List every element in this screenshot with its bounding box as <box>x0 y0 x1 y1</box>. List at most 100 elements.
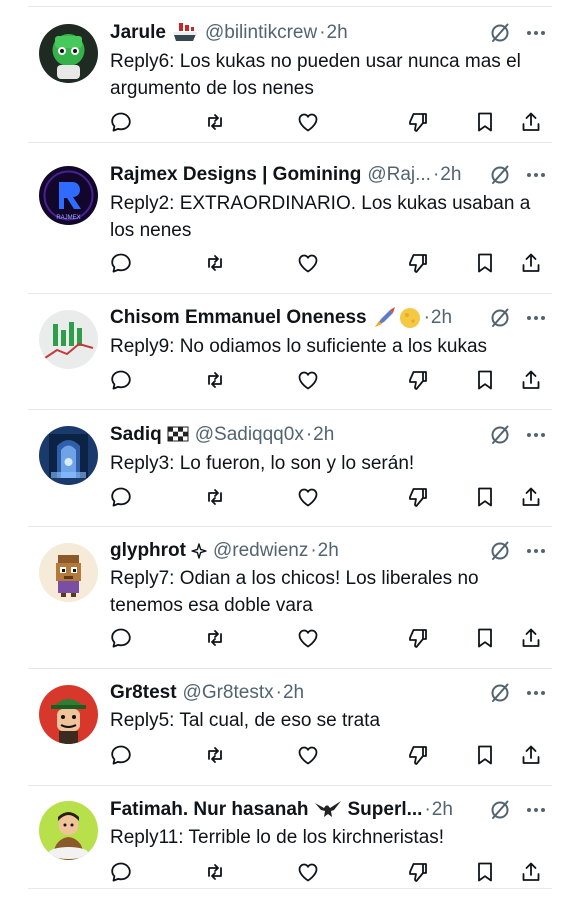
repost-icon[interactable] <box>202 859 228 885</box>
author-name[interactable]: Sadiq <box>110 422 162 448</box>
reply-icon[interactable] <box>108 367 134 393</box>
avatar[interactable] <box>39 801 98 860</box>
reply-icon[interactable] <box>108 250 134 276</box>
reply-text: Reply11: Terrible lo de los kirchnerista… <box>110 827 445 848</box>
more-icon[interactable] <box>524 306 548 330</box>
more-icon[interactable] <box>524 539 548 563</box>
share-icon[interactable] <box>518 859 544 885</box>
author-name[interactable]: Rajmex Designs | Gomining <box>110 162 361 188</box>
repost-icon[interactable] <box>202 742 228 768</box>
author-name[interactable]: Jarule <box>110 20 166 46</box>
author-handle[interactable]: @Gr8testx <box>183 680 274 706</box>
dislike-icon[interactable] <box>405 742 431 768</box>
action-bar <box>108 250 548 276</box>
more-icon[interactable] <box>524 423 548 447</box>
reply-icon[interactable] <box>108 859 134 885</box>
repost-icon[interactable] <box>202 625 228 651</box>
action-bar <box>108 859 548 885</box>
timestamp[interactable]: 2h <box>327 20 348 46</box>
reply-item[interactable]: Gr8test @Gr8testx · 2h Reply5: Tal cual,… <box>0 669 572 786</box>
action-bar <box>108 484 548 510</box>
grok-icon[interactable] <box>488 306 512 330</box>
more-icon[interactable] <box>524 21 548 45</box>
reply-icon[interactable] <box>108 109 134 135</box>
avatar[interactable] <box>39 543 98 602</box>
author-handle[interactable]: @Raj... <box>367 162 431 188</box>
like-icon[interactable] <box>295 484 321 510</box>
more-icon[interactable] <box>524 798 548 822</box>
like-icon[interactable] <box>295 742 321 768</box>
timestamp[interactable]: 2h <box>283 680 304 706</box>
grok-icon[interactable] <box>488 539 512 563</box>
author-name[interactable]: Gr8test <box>110 680 177 706</box>
bookmark-icon[interactable] <box>472 367 498 393</box>
reply-item[interactable]: Chisom Emmanuel Oneness · 2h Reply9: No … <box>0 294 572 410</box>
like-icon[interactable] <box>295 859 321 885</box>
share-icon[interactable] <box>518 625 544 651</box>
share-icon[interactable] <box>518 250 544 276</box>
author-name[interactable]: Chisom Emmanuel Oneness <box>110 305 367 331</box>
reply-text: Reply6: Los kukas no pueden usar nunca m… <box>110 51 521 99</box>
bookmark-icon[interactable] <box>472 625 498 651</box>
bookmark-icon[interactable] <box>472 109 498 135</box>
avatar[interactable]: RAJMEX <box>39 166 98 225</box>
separator-dot: · <box>275 682 282 703</box>
repost-icon[interactable] <box>202 109 228 135</box>
author-handle[interactable]: @Sadiqqq0x <box>195 422 304 448</box>
dislike-icon[interactable] <box>405 367 431 393</box>
timestamp[interactable]: 2h <box>431 305 452 331</box>
reply-item[interactable]: Fatimah. Nur hasanah Superl... · 2h Repl… <box>0 786 572 889</box>
repost-icon[interactable] <box>202 250 228 276</box>
bookmark-icon[interactable] <box>472 484 498 510</box>
dislike-icon[interactable] <box>405 484 431 510</box>
author-name[interactable]: glyphrot <box>110 538 186 564</box>
author-handle[interactable]: @bilintikcrew <box>205 20 317 46</box>
reply-item[interactable]: glyphrot @redwienz · 2h Reply7: Odian a … <box>0 527 572 669</box>
avatar[interactable] <box>39 685 98 744</box>
timestamp[interactable]: 2h <box>318 538 339 564</box>
timestamp[interactable]: 2h <box>432 797 453 823</box>
reply-item[interactable]: Sadiq @Sadiqqq0x · 2h Reply3: Lo fueron,… <box>0 410 572 527</box>
more-icon[interactable] <box>524 163 548 187</box>
avatar[interactable] <box>39 426 98 485</box>
bookmark-icon[interactable] <box>472 742 498 768</box>
dislike-icon[interactable] <box>405 250 431 276</box>
grok-icon[interactable] <box>488 21 512 45</box>
author-handle[interactable]: Superl... <box>348 797 423 823</box>
divider <box>28 142 552 143</box>
share-icon[interactable] <box>518 484 544 510</box>
author-name[interactable]: Fatimah. Nur hasanah <box>110 797 309 823</box>
share-icon[interactable] <box>518 742 544 768</box>
avatar[interactable] <box>39 24 98 83</box>
grok-icon[interactable] <box>488 423 512 447</box>
action-bar <box>108 109 548 135</box>
dislike-icon[interactable] <box>405 625 431 651</box>
share-icon[interactable] <box>518 367 544 393</box>
avatar[interactable] <box>39 310 98 369</box>
grok-icon[interactable] <box>488 681 512 705</box>
reply-item[interactable]: Jarule @bilintikcrew · 2h Reply6: Los ku… <box>0 6 572 143</box>
timestamp[interactable]: 2h <box>313 422 334 448</box>
bookmark-icon[interactable] <box>472 859 498 885</box>
reply-item[interactable]: RAJMEX Rajmex Designs | Gomining @Raj...… <box>0 152 572 294</box>
reply-icon[interactable] <box>108 484 134 510</box>
reply-icon[interactable] <box>108 742 134 768</box>
separator-dot: · <box>423 307 430 328</box>
grok-icon[interactable] <box>488 798 512 822</box>
repost-icon[interactable] <box>202 367 228 393</box>
timestamp[interactable]: 2h <box>440 162 461 188</box>
like-icon[interactable] <box>295 109 321 135</box>
like-icon[interactable] <box>295 367 321 393</box>
more-icon[interactable] <box>524 681 548 705</box>
bookmark-icon[interactable] <box>472 250 498 276</box>
like-icon[interactable] <box>295 250 321 276</box>
dislike-icon[interactable] <box>405 109 431 135</box>
action-bar <box>108 625 548 651</box>
like-icon[interactable] <box>295 625 321 651</box>
dislike-icon[interactable] <box>405 859 431 885</box>
grok-icon[interactable] <box>488 163 512 187</box>
repost-icon[interactable] <box>202 484 228 510</box>
reply-icon[interactable] <box>108 625 134 651</box>
author-handle[interactable]: @redwienz <box>213 538 308 564</box>
share-icon[interactable] <box>518 109 544 135</box>
